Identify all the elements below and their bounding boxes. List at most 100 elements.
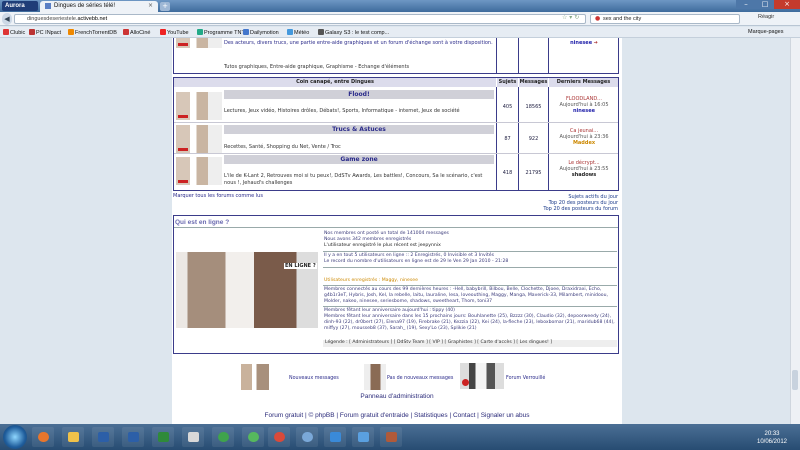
app-menu-button[interactable]: Aurora <box>2 1 38 11</box>
subforum-link[interactable]: Graphisme - Echange d'éléments <box>326 64 409 70</box>
tab-close-icon[interactable]: × <box>148 2 153 9</box>
admin-panel-link[interactable]: Panneau d'administration <box>172 393 622 400</box>
bookmark-item[interactable]: Clubic <box>3 29 25 36</box>
taskbar-app-word[interactable] <box>122 427 144 447</box>
no-new-messages-icon <box>364 364 386 390</box>
bookmark-star-icon[interactable]: ☆ ▾ ↻ <box>562 14 579 21</box>
taskbar-app-messenger2[interactable] <box>242 427 264 447</box>
bookmarks-menu[interactable]: Marque-pages <box>748 29 783 35</box>
new-messages-icon <box>241 364 269 390</box>
forum-thumbnail-image <box>176 92 222 120</box>
last-post[interactable]: Le décrypt... Aujourd'hui à 23:55 shadows <box>550 160 618 178</box>
taskbar-app-other[interactable] <box>380 427 402 447</box>
scrollbar-thumb[interactable] <box>792 370 798 390</box>
browser-tab[interactable]: Dingues de séries télé! <box>40 1 158 12</box>
last-post[interactable]: Ca jeunai... Aujourd'hui à 23:36 Maddex <box>550 128 618 146</box>
locked-forum-label: Forum Verrouillé <box>506 376 546 381</box>
bookmark-item[interactable]: PC INpact <box>29 29 61 36</box>
post-count: 18565 <box>525 104 542 110</box>
subforum-list[interactable]: Lectures, Jeux vidéo, Histoires drôles, … <box>224 108 494 115</box>
back-button[interactable]: ◀ <box>2 13 12 25</box>
no-new-messages-label: Pas de nouveaux messages <box>387 376 454 381</box>
taskbar-app-chrome[interactable] <box>268 427 290 447</box>
taskbar-app-paint[interactable] <box>182 427 204 447</box>
url-input[interactable]: dinguesdeseriestele.activebb.net <box>14 14 586 24</box>
firefox-icon <box>38 432 49 442</box>
divider <box>323 285 617 286</box>
divider <box>323 251 617 252</box>
taskbar-app-explorer[interactable] <box>62 427 84 447</box>
forum-title-link[interactable]: Game zone <box>224 155 494 164</box>
column-header-last-posts: Derniers Messages <box>549 78 618 87</box>
forum-title-link[interactable]: Trucs & Astuces <box>224 125 494 134</box>
taskbar-app-media[interactable] <box>324 427 346 447</box>
taskbar-app-firefox[interactable] <box>32 427 54 447</box>
bookmark-favicon-icon <box>243 29 249 35</box>
system-clock[interactable]: 20:33 10/06/2012 <box>746 430 798 446</box>
bookmark-item[interactable]: AlloCiné <box>123 29 150 36</box>
url-prefix: dinguesdeseriestele. <box>27 16 78 22</box>
bookmark-favicon-icon <box>287 29 293 35</box>
clock-time: 20:33 <box>764 431 780 437</box>
bookmark-item[interactable]: Programme TNT <box>197 29 245 36</box>
stats-block: Nos membres ont posté un total de 141004… <box>324 231 616 249</box>
paint-icon <box>188 432 199 442</box>
footer-link[interactable]: Forum gratuit d'entraide <box>340 412 409 419</box>
bookmark-item[interactable]: Dailymotion <box>243 29 279 36</box>
top-posters-forum-link[interactable]: Top 20 des posteurs du forum <box>470 206 618 212</box>
scrollbar[interactable] <box>790 38 800 424</box>
bookmark-favicon-icon <box>68 29 74 35</box>
column-divider <box>496 38 497 74</box>
search-engine-icon[interactable]: ● <box>595 15 600 22</box>
column-header-topics: Sujets <box>497 78 518 87</box>
last-connected-list[interactable]: Membres connectés au cours des 99 derniè… <box>324 287 616 305</box>
column-header-posts: Messages <box>519 78 548 87</box>
taskbar-app-messenger[interactable] <box>212 427 234 447</box>
maximize-button[interactable]: □ <box>756 0 774 9</box>
new-messages-label: Nouveaux messages <box>289 376 339 381</box>
topic-count: 418 <box>502 170 513 176</box>
bookmark-item[interactable]: FrenchTorrentDB <box>68 29 117 36</box>
footer-link[interactable]: Forum gratuit <box>265 412 304 419</box>
forum-title-link[interactable]: Flood! <box>224 90 494 99</box>
row-divider <box>174 122 618 123</box>
footer-link[interactable]: Signaler un abus <box>481 412 530 419</box>
new-tab-button[interactable]: + <box>160 2 170 11</box>
last-post[interactable]: FLOODLAND... Aujourd'hui à 16:05 ninesee <box>550 96 618 114</box>
divider <box>323 267 617 268</box>
taskbar-app-excel[interactable] <box>152 427 174 447</box>
mark-all-read-link[interactable]: Marquer tous les forums comme lus <box>173 193 373 200</box>
search-input[interactable]: sex and the city <box>590 14 740 24</box>
subforum-link[interactable]: Entre-aide graphique, <box>270 64 324 70</box>
taskbar-app-itunes[interactable] <box>296 427 318 447</box>
bookmark-item[interactable]: Météo <box>287 29 309 36</box>
row-divider <box>174 153 618 154</box>
messenger-icon <box>248 432 259 442</box>
taskbar-app-network[interactable] <box>352 427 374 447</box>
bookmark-item[interactable]: YouTube <box>160 29 189 36</box>
last-post[interactable]: ninesee ➔ <box>550 40 618 46</box>
minimize-button[interactable]: – <box>736 0 756 9</box>
photoshop-icon <box>98 432 109 442</box>
clock-date: 10/06/2012 <box>756 439 788 445</box>
feedback-button[interactable]: Réagir <box>758 14 774 20</box>
footer-link[interactable]: © phpBB <box>308 412 334 419</box>
subforum-link[interactable]: Tutos graphiques, <box>224 64 268 70</box>
app-icon <box>386 432 397 442</box>
footer-links: Forum gratuit | © phpBB | Forum gratuit … <box>264 412 530 419</box>
online-title: Qui est en ligne ? <box>175 219 230 226</box>
bookmark-item[interactable]: Galaxy S3 : le test comp... <box>318 29 389 36</box>
registered-users[interactable]: Utilisateurs enregistrés : Maggy, ninese… <box>324 278 616 284</box>
itunes-icon <box>302 432 313 442</box>
category-header: Coin canapé, entre Dingues <box>174 78 496 87</box>
column-divider <box>548 87 549 190</box>
subforum-list[interactable]: Recettes, Santé, Shopping du Net, Vente … <box>224 144 494 151</box>
close-window-button[interactable]: × <box>774 0 800 9</box>
taskbar-app-photoshop[interactable] <box>92 427 114 447</box>
footer-link[interactable]: Contact <box>453 412 475 419</box>
subforum-list[interactable]: L'ile de K-Lant 2, Retrouves moi si tu p… <box>224 173 494 187</box>
start-button[interactable] <box>3 425 27 449</box>
online-title-divider <box>174 227 618 228</box>
footer-link[interactable]: Statistiques <box>414 412 448 419</box>
forum-thumbnail-image <box>176 38 222 48</box>
